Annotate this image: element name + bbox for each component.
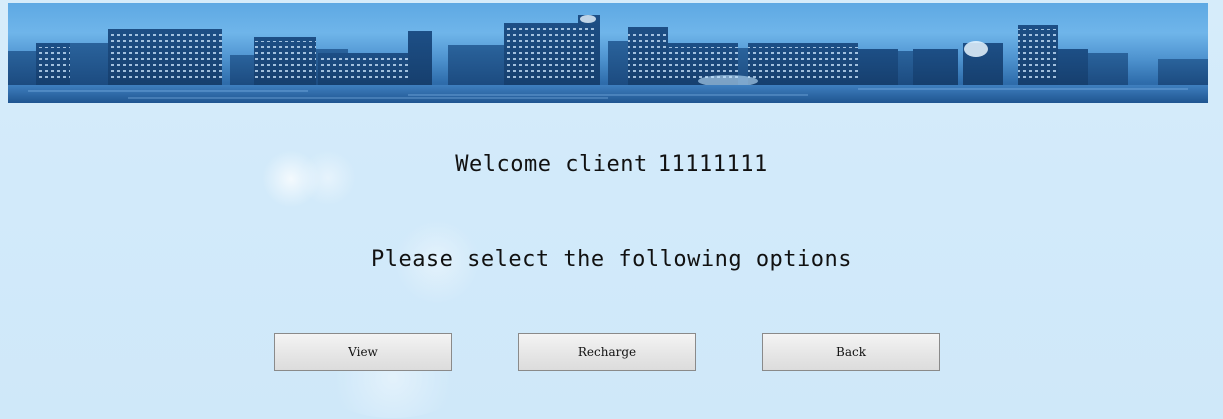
city-skyline-banner — [8, 3, 1208, 103]
client-id: 11111111 — [657, 152, 768, 177]
recharge-button[interactable]: Recharge — [518, 333, 696, 371]
welcome-message: Welcome client 11111111 — [0, 152, 1223, 177]
welcome-prefix: Welcome client — [455, 152, 648, 177]
skyline-image — [8, 15, 1208, 103]
select-options-prompt: Please select the following options — [370, 247, 853, 272]
view-button[interactable]: View — [274, 333, 452, 371]
back-button[interactable]: Back — [762, 333, 940, 371]
